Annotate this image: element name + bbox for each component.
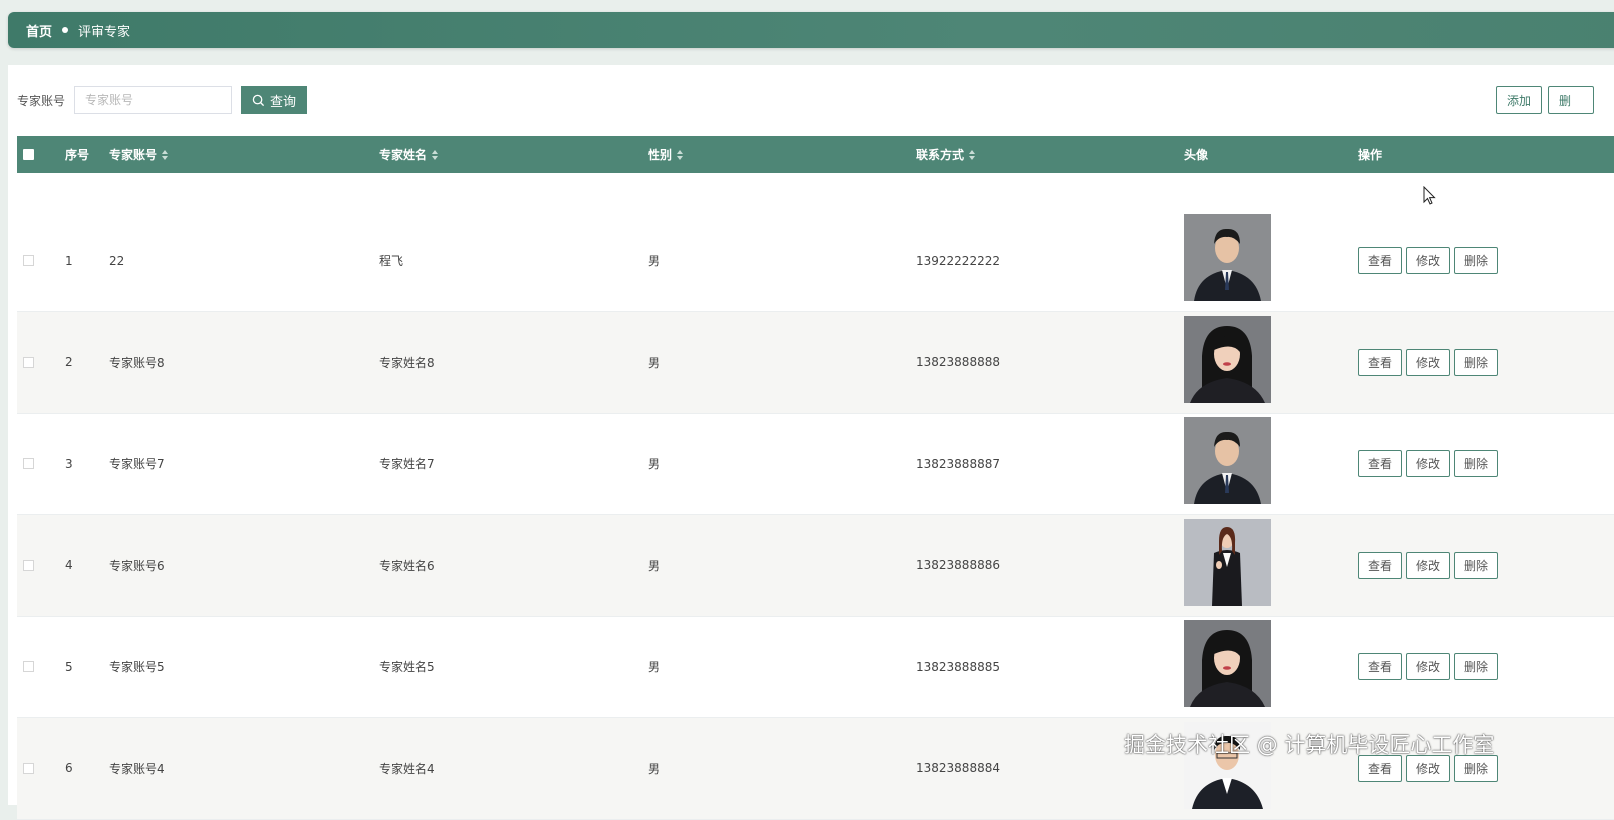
sort-icon[interactable] [677,149,684,160]
breadcrumb-current: 评审专家 [78,24,131,40]
table-header: 序号 专家账号 专家姓名 性别 联系方式 头像 操作 [17,136,1614,173]
breadcrumb: 首页 评审专家 [8,12,1614,48]
table-row: 5 专家账号5 专家姓名5 男 13823888885 查看 修改 删除 [17,616,1614,718]
row-checkbox[interactable] [23,515,34,616]
add-button[interactable]: 添加 [1496,86,1542,114]
row-actions: 查看 修改 删除 [1358,515,1498,616]
edit-button[interactable]: 修改 [1406,653,1450,680]
avatar[interactable] [1184,417,1271,504]
view-button[interactable]: 查看 [1358,348,1402,376]
breadcrumb-separator-icon [62,27,69,33]
table-row: 4 专家账号6 专家姓名6 男 13823888886 查看 修改 删除 [17,514,1614,617]
cell-name: 专家姓名5 [379,660,435,674]
cell-index: 1 [65,253,73,268]
select-all-checkbox[interactable] [23,136,34,173]
edit-button[interactable]: 修改 [1406,247,1450,274]
row-actions: 查看 修改 删除 [1358,312,1498,413]
row-checkbox[interactable] [23,413,34,514]
sort-icon[interactable] [162,149,169,160]
delete-button[interactable]: 删除 [1454,348,1498,376]
table-row: 3 专家账号7 专家姓名7 男 13823888887 查看 修改 删除 [17,413,1614,515]
sort-icon[interactable] [432,149,439,160]
col-avatar: 头像 [1184,148,1209,162]
expert-account-search-input[interactable] [74,86,233,114]
cell-name: 程飞 [379,254,404,268]
cell-index: 4 [65,558,73,572]
query-button[interactable]: 查询 [241,86,308,114]
col-name[interactable]: 专家姓名 [379,136,439,173]
sort-icon[interactable] [969,149,976,160]
row-checkbox[interactable] [23,718,34,819]
search-icon [252,94,265,106]
batch-delete-button[interactable]: 删 [1548,86,1594,114]
cell-account: 专家账号7 [109,457,165,471]
cell-account: 专家账号8 [109,355,165,370]
col-actions: 操作 [1358,148,1383,162]
avatar[interactable] [1184,315,1271,403]
col-phone-label: 联系方式 [916,148,965,162]
col-gender-label: 性别 [648,148,673,162]
cell-phone: 13823888885 [916,659,1000,674]
table-row: 1 22 程飞 男 13922222222 查看 修改 删除 [17,210,1614,312]
delete-button[interactable]: 删除 [1454,551,1498,579]
edit-button[interactable]: 修改 [1406,551,1450,579]
table-row: 2 专家账号8 专家姓名8 男 13823888888 查看 修改 删除 [17,311,1614,414]
cell-name: 专家姓名4 [379,761,435,776]
avatar[interactable] [1184,620,1271,707]
cell-gender: 男 [648,355,661,370]
edit-button[interactable]: 修改 [1406,348,1450,376]
row-actions: 查看 修改 删除 [1358,210,1498,311]
expert-table: 序号 专家账号 专家姓名 性别 联系方式 头像 操作 1 22 程飞男 1392222… [17,136,1614,820]
cell-name: 专家姓名8 [379,355,435,370]
view-button[interactable]: 查看 [1358,450,1402,477]
col-gender[interactable]: 性别 [648,136,684,173]
cell-name: 专家姓名6 [379,558,435,573]
cell-name: 专家姓名7 [379,457,435,471]
cell-index: 3 [65,456,73,471]
col-account-label: 专家账号 [109,148,158,162]
col-name-label: 专家姓名 [379,148,428,162]
cell-gender: 男 [648,761,661,776]
view-button[interactable]: 查看 [1358,653,1402,680]
cell-account: 专家账号4 [109,761,165,776]
avatar[interactable] [1184,214,1271,301]
row-actions: 查看 修改 删除 [1358,413,1498,514]
col-phone[interactable]: 联系方式 [916,136,976,173]
cell-account: 专家账号6 [109,558,165,573]
query-button-label: 查询 [270,93,297,109]
cell-index: 6 [65,761,73,775]
mouse-cursor-icon [1423,186,1436,205]
delete-button[interactable]: 删除 [1454,653,1498,680]
view-button[interactable]: 查看 [1358,247,1402,274]
row-checkbox[interactable] [23,210,34,311]
col-account[interactable]: 专家账号 [109,136,169,173]
row-checkbox[interactable] [23,312,34,413]
cell-account: 专家账号5 [109,660,165,674]
row-actions: 查看 修改 删除 [1358,616,1498,717]
watermark: 掘金技术社区 @ 计算机毕设匠心工作室 [1124,733,1495,757]
cell-phone: 13922222222 [916,253,1000,268]
cell-phone: 13823888887 [916,456,1000,471]
cell-account: 22 [109,253,125,268]
cell-index: 5 [65,659,73,674]
content-panel: 专家账号 查询 添加 删 序号 专家账号 专家姓名 性别 [8,65,1614,820]
col-index: 序号 [65,148,90,162]
edit-button[interactable]: 修改 [1406,450,1450,477]
view-button[interactable]: 查看 [1358,551,1402,579]
search-bar: 专家账号 查询 [17,86,308,114]
cell-phone: 13823888886 [916,558,1000,572]
cell-phone: 13823888884 [916,761,1000,775]
cell-phone: 13823888888 [916,355,1000,369]
search-label: 专家账号 [17,93,66,108]
cell-gender: 男 [648,558,661,573]
delete-button[interactable]: 删除 [1454,450,1498,477]
cell-gender: 男 [648,457,661,471]
cell-index: 2 [65,355,73,369]
cell-gender: 男 [648,254,661,268]
cell-gender: 男 [648,660,661,674]
breadcrumb-home-link[interactable]: 首页 [26,21,52,40]
avatar[interactable] [1184,518,1271,606]
row-checkbox[interactable] [23,616,34,717]
delete-button[interactable]: 删除 [1454,247,1498,274]
